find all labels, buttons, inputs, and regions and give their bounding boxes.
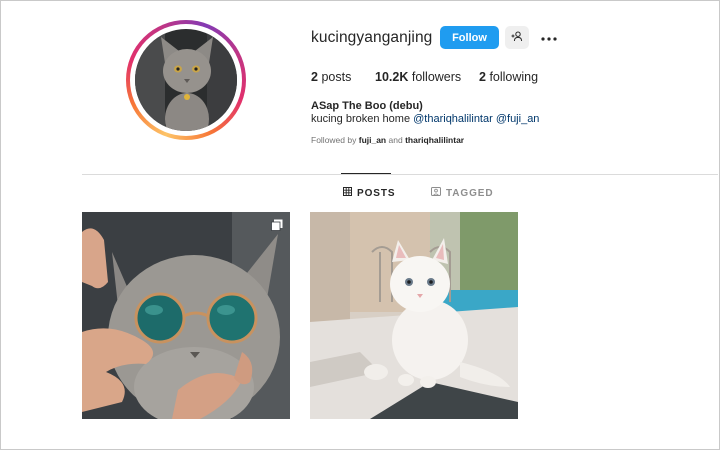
- bio-mention-link[interactable]: @fuji_an: [496, 113, 540, 125]
- followed-by-user: thariqhalilintar: [405, 135, 465, 145]
- followed-by-joiner: and: [388, 135, 403, 145]
- followed-by-user: fuji_an: [358, 135, 387, 145]
- followers-label: followers: [411, 70, 462, 84]
- grid-icon: [343, 187, 352, 199]
- posts-count: 2: [311, 70, 318, 84]
- post-thumbnail[interactable]: [82, 212, 290, 419]
- more-dots-icon: [541, 28, 557, 46]
- post-thumbnail[interactable]: [310, 212, 518, 419]
- bio-text: kucing broken home: [311, 113, 411, 125]
- following-label: following: [489, 70, 539, 84]
- story-ring[interactable]: [126, 20, 246, 140]
- tab-tagged-label: TAGGED: [446, 187, 494, 199]
- posts-stat: 2 posts: [311, 70, 351, 84]
- tab-posts[interactable]: POSTS: [343, 187, 395, 199]
- follow-button[interactable]: Follow: [440, 26, 499, 49]
- followed-by[interactable]: Followed by fuji_an and thariqhalilintar: [311, 135, 464, 145]
- tab-posts-label: POSTS: [357, 187, 396, 199]
- following-stat[interactable]: 2 following: [479, 70, 538, 84]
- followers-count: 10.2K: [375, 70, 409, 84]
- followed-by-prefix: Followed by: [311, 135, 357, 145]
- more-options-button[interactable]: [537, 29, 561, 45]
- following-count: 2: [479, 70, 486, 84]
- active-tab-indicator: [341, 173, 391, 174]
- tabs-divider: [82, 174, 718, 175]
- posts-label: posts: [321, 70, 352, 84]
- bio-mention-link[interactable]: @thariqhalilintar: [413, 113, 493, 125]
- multiple-images-icon: [271, 219, 283, 231]
- suggest-similar-button[interactable]: [505, 26, 529, 49]
- profile-bio: kucing broken home @thariqhalilintar @fu…: [311, 113, 539, 125]
- add-user-icon: [511, 29, 523, 47]
- white-kitten-image: [310, 212, 518, 419]
- tag-icon: [431, 187, 441, 199]
- followers-stat[interactable]: 10.2K followers: [375, 70, 461, 84]
- page-frame: kucingyanganjing Follow 2 posts 10.2K fo…: [0, 0, 720, 450]
- profile-username: kucingyanganjing: [311, 29, 433, 46]
- cat-with-sunglasses-image: [82, 212, 290, 419]
- tab-tagged[interactable]: TAGGED: [431, 187, 493, 199]
- profile-avatar[interactable]: [135, 29, 237, 131]
- profile-full-name: ASap The Boo (debu): [311, 100, 423, 112]
